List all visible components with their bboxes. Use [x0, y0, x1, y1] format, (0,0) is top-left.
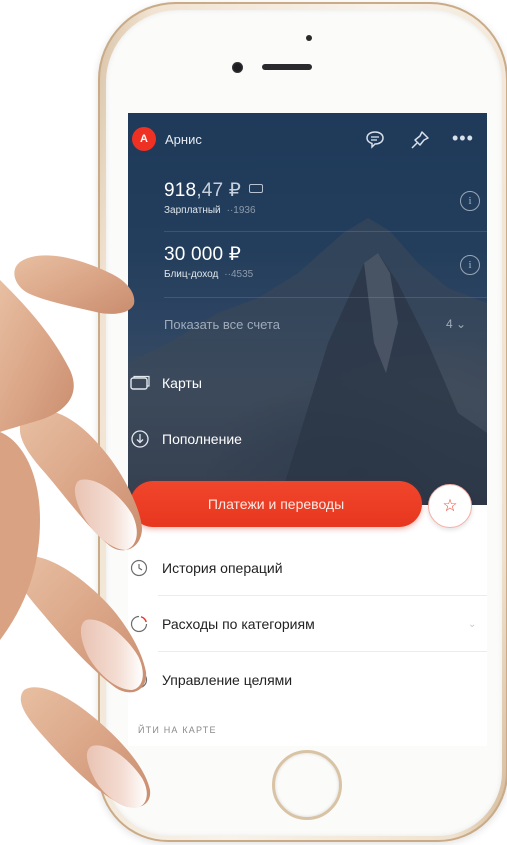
avatar[interactable]: A — [132, 127, 156, 151]
goals-icon — [130, 671, 148, 689]
front-camera — [232, 62, 243, 73]
menu-label: Карты — [162, 375, 202, 391]
chevron-down-icon[interactable]: ⌄ — [468, 619, 476, 630]
profile-row[interactable]: A Арнис — [132, 127, 202, 151]
divider — [164, 297, 487, 298]
account-number: ··1936 — [226, 205, 256, 216]
account-balance[interactable]: 30 000 ₽ — [164, 243, 241, 266]
user-name: Арнис — [165, 131, 202, 147]
proximity-sensor — [306, 35, 312, 41]
menu-item-top-up[interactable]: Пополнение — [130, 429, 242, 449]
menu-item-history[interactable]: История операций — [130, 541, 487, 595]
cards-icon — [130, 375, 150, 390]
balance-integer: 30 000 ₽ — [164, 244, 242, 265]
favorites-star-icon[interactable]: ☆ — [428, 484, 472, 528]
chat-icon[interactable] — [364, 129, 386, 151]
info-icon[interactable]: i — [460, 191, 480, 211]
show-all-accounts-link[interactable]: Показать все счета — [164, 317, 280, 332]
divider — [164, 231, 487, 232]
card-icon — [249, 184, 264, 193]
accounts-count[interactable]: 4 ⌄ — [446, 317, 466, 331]
more-icon[interactable]: ••• — [452, 129, 482, 151]
menu-item-cards[interactable]: Карты — [130, 375, 202, 391]
menu-label: Пополнение — [162, 431, 242, 447]
account-name: Блиц-доход — [164, 269, 219, 280]
menu-label: Расходы по категориям — [162, 616, 315, 632]
account-number: ··4535 — [224, 269, 254, 280]
account-name: Зарплатный — [164, 205, 221, 216]
divider — [158, 595, 487, 596]
account-balance[interactable]: 918,47 ₽ — [164, 179, 264, 202]
menu-item-expenses[interactable]: Расходы по категориям ⌄ — [130, 597, 487, 651]
payments-button[interactable]: Платежи и переводы — [130, 481, 422, 527]
balance-integer: 918 — [164, 180, 197, 201]
app-screen: A Арнис ••• 918,47 ₽ Зарплатный ··1936 i … — [128, 113, 487, 746]
section-header: ЙТИ НА КАРТЕ — [138, 725, 217, 735]
accounts-count-value: 4 — [446, 317, 453, 331]
earpiece-speaker — [262, 64, 312, 70]
home-button[interactable] — [272, 750, 342, 820]
menu-item-goals[interactable]: Управление целями — [130, 653, 487, 707]
menu-label: История операций — [162, 560, 283, 576]
account-details: Блиц-доход ··4535 — [164, 269, 253, 280]
balance-decimal: ,47 ₽ — [196, 180, 242, 201]
account-details: Зарплатный ··1936 — [164, 205, 256, 216]
top-up-icon — [131, 430, 149, 448]
chart-icon — [130, 615, 148, 633]
menu-label: Управление целями — [162, 672, 293, 688]
divider — [158, 651, 487, 652]
pin-icon[interactable] — [409, 129, 431, 151]
history-icon — [130, 559, 148, 577]
info-icon[interactable]: i — [460, 255, 480, 275]
